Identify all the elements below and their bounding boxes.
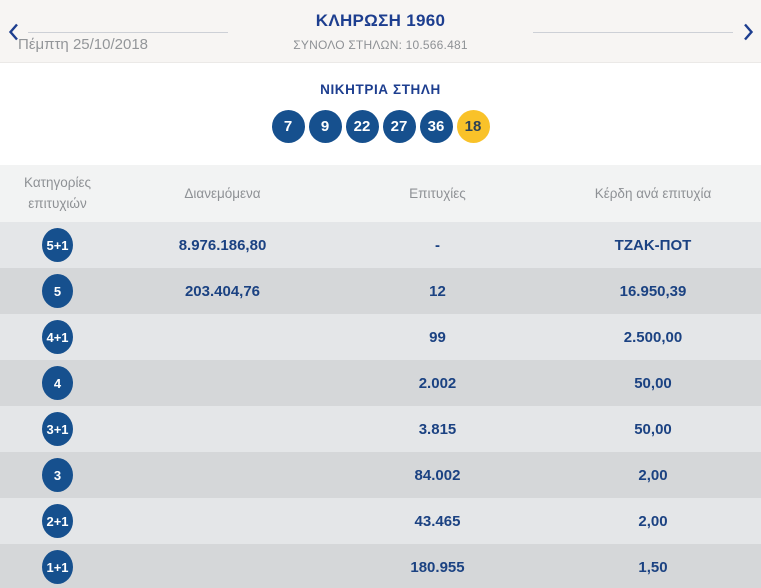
category-badge: 5+1 bbox=[42, 228, 73, 262]
results-table: Κατηγορίες επιτυχιών Διανεμόμενα Επιτυχί… bbox=[0, 165, 761, 588]
draw-header: ΚΛΗΡΩΣΗ 1960 ΣΥΝΟΛΟ ΣΤΗΛΩΝ: 10.566.481 Π… bbox=[0, 0, 761, 63]
table-row: 3+1 3.815 50,00 bbox=[0, 406, 761, 452]
joker-number-ball: 18 bbox=[456, 110, 490, 143]
category-badge: 5 bbox=[42, 274, 73, 308]
chevron-right-icon bbox=[743, 23, 754, 41]
prize-cell: ΤΖΑΚ-ΠΟΤ bbox=[614, 236, 692, 254]
winners-cell: 3.815 bbox=[418, 420, 457, 438]
chevron-left-icon bbox=[8, 23, 19, 41]
table-row: 1+1 180.955 1,50 bbox=[0, 544, 761, 588]
prize-cell: 50,00 bbox=[634, 420, 672, 438]
category-badge: 4+1 bbox=[42, 320, 73, 354]
winning-column-title: ΝΙΚΗΤΡΙΑ ΣΤΗΛΗ bbox=[320, 82, 441, 97]
distributed-cell: 203.404,76 bbox=[184, 282, 261, 300]
col-header-categories: Κατηγορίες επιτυχιών bbox=[24, 174, 91, 211]
results-table-header: Κατηγορίες επιτυχιών Διανεμόμενα Επιτυχί… bbox=[0, 165, 761, 222]
winners-cell: - bbox=[435, 236, 440, 254]
winners-cell: 12 bbox=[429, 282, 446, 300]
winning-number-ball: 7 bbox=[271, 110, 305, 143]
table-row: 5+1 8.976.186,80 - ΤΖΑΚ-ΠΟΤ bbox=[0, 222, 761, 268]
draw-results-page: ΚΛΗΡΩΣΗ 1960 ΣΥΝΟΛΟ ΣΤΗΛΩΝ: 10.566.481 Π… bbox=[0, 0, 761, 588]
winning-numbers: 7 9 22 27 36 18 bbox=[0, 110, 761, 143]
winners-cell: 84.002 bbox=[414, 466, 461, 484]
col-header-prize: Κέρδη ανά επιτυχία bbox=[594, 186, 712, 201]
winning-number-ball: 22 bbox=[345, 110, 379, 143]
prize-cell: 50,00 bbox=[634, 374, 672, 392]
prize-cell: 1,50 bbox=[638, 558, 668, 576]
prize-cell: 16.950,39 bbox=[619, 282, 687, 300]
prize-cell: 2,00 bbox=[638, 466, 668, 484]
winners-cell: 43.465 bbox=[414, 512, 461, 530]
category-badge: 2+1 bbox=[42, 504, 73, 538]
winning-column-section: ΝΙΚΗΤΡΙΑ ΣΤΗΛΗ 7 9 22 27 36 18 bbox=[0, 63, 761, 165]
winners-cell: 180.955 bbox=[410, 558, 465, 576]
next-draw-button[interactable] bbox=[740, 22, 756, 42]
prize-cell: 2.500,00 bbox=[623, 328, 683, 346]
winners-cell: 99 bbox=[429, 328, 446, 346]
category-badge: 1+1 bbox=[42, 550, 73, 584]
category-badge: 4 bbox=[42, 366, 73, 400]
winners-cell: 2.002 bbox=[418, 374, 457, 392]
distributed-cell: 8.976.186,80 bbox=[178, 236, 267, 254]
header-divider-left bbox=[28, 32, 228, 33]
winning-number-ball: 27 bbox=[382, 110, 416, 143]
table-row: 4 2.002 50,00 bbox=[0, 360, 761, 406]
col-header-winners: Επιτυχίες bbox=[409, 186, 466, 201]
prize-cell: 2,00 bbox=[638, 512, 668, 530]
category-badge: 3 bbox=[42, 458, 73, 492]
table-row: 4+1 99 2.500,00 bbox=[0, 314, 761, 360]
draw-date: Πέμπτη 25/10/2018 bbox=[18, 36, 149, 53]
table-row: 5 203.404,76 12 16.950,39 bbox=[0, 268, 761, 314]
col-header-distributed: Διανεμόμενα bbox=[184, 186, 261, 201]
winning-number-ball: 36 bbox=[419, 110, 453, 143]
header-divider-right bbox=[533, 32, 733, 33]
winning-number-ball: 9 bbox=[308, 110, 342, 143]
draw-title: ΚΛΗΡΩΣΗ 1960 bbox=[315, 11, 446, 30]
results-table-body: 5+1 8.976.186,80 - ΤΖΑΚ-ΠΟΤ 5 203.404,76… bbox=[0, 222, 761, 588]
category-badge: 3+1 bbox=[42, 412, 73, 446]
table-row: 3 84.002 2,00 bbox=[0, 452, 761, 498]
table-row: 2+1 43.465 2,00 bbox=[0, 498, 761, 544]
